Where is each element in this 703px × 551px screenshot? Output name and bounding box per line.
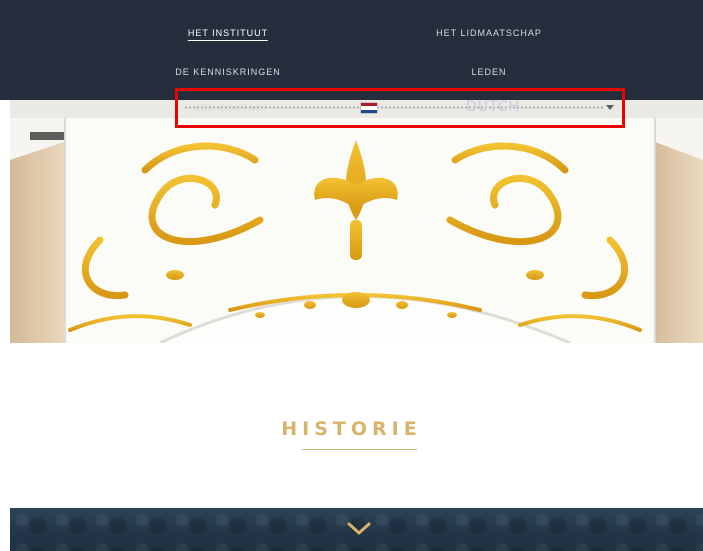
caret-down-icon[interactable] — [606, 105, 614, 110]
chevron-down-icon[interactable] — [347, 522, 371, 536]
top-navigation: HET INSTITUUT HET LIDMAATSCHAP DE KENNIS… — [0, 0, 703, 100]
gilded-ornament-image — [10, 100, 703, 343]
language-selected-label[interactable]: DUTCH — [466, 99, 520, 115]
nav-link-het-instituut[interactable]: HET INSTITUUT — [187, 28, 269, 41]
bottom-image-band — [10, 508, 703, 551]
title-underline — [302, 449, 417, 450]
contact-link-ghost[interactable]: KEN CONTACT — [194, 103, 269, 113]
language-selector[interactable]: KEN CONTACT DUTCH — [184, 98, 620, 118]
netherlands-flag-icon — [360, 102, 378, 114]
section-title: HISTORIE — [281, 418, 422, 440]
nav-link-het-lidmaatschap[interactable]: HET LIDMAATSCHAP — [436, 28, 542, 38]
nav-link-de-kenniskringen[interactable]: DE KENNISKRINGEN — [175, 67, 281, 77]
nav-link-leden[interactable]: LEDEN — [471, 67, 506, 77]
hero-image — [10, 100, 703, 343]
